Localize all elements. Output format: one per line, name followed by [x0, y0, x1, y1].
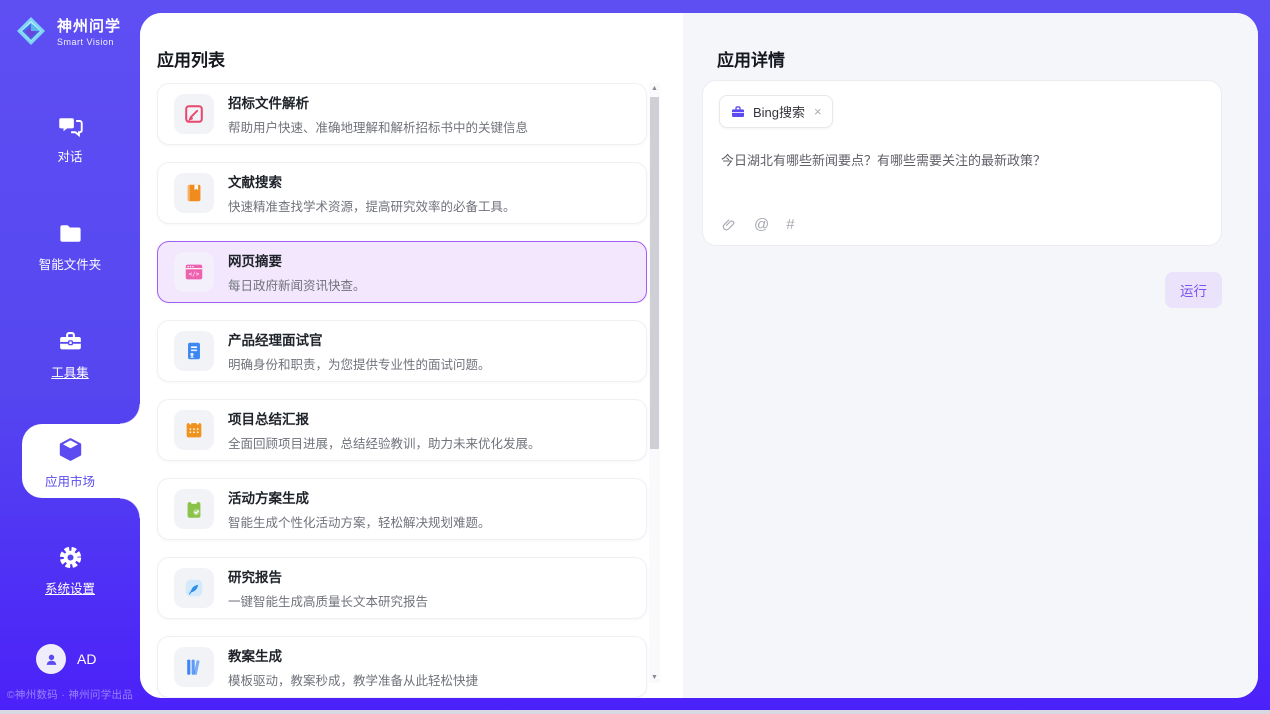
clipboard-check-icon	[174, 489, 214, 529]
scroll-down-arrow-icon[interactable]: ▼	[649, 674, 660, 681]
content-area: 应用列表 招标文件解析 帮助用户快速、准确地理解和解析招标书中的关键信息	[140, 13, 1258, 698]
query-text[interactable]: 今日湖北有哪些新闻要点？有哪些需要关注的最新政策？	[721, 151, 1203, 171]
brand-subtitle: Smart Vision	[57, 37, 121, 47]
briefcase-icon	[730, 104, 746, 120]
quill-icon	[174, 568, 214, 608]
calendar-note-icon	[174, 410, 214, 450]
app-detail-title: 应用详情	[717, 46, 785, 71]
app-list: 招标文件解析 帮助用户快速、准确地理解和解析招标书中的关键信息	[157, 83, 647, 698]
app-title: 项目总结汇报	[228, 408, 541, 428]
app-list-panel: 应用列表 招标文件解析 帮助用户快速、准确地理解和解析招标书中的关键信息	[140, 13, 683, 698]
tool-tag-bing-search[interactable]: Bing搜索 ×	[719, 95, 833, 128]
gear-icon	[57, 544, 84, 571]
app-list-title: 应用列表	[157, 46, 225, 71]
app-desc: 明确身份和职责，为您提供专业性的面试问题。	[228, 354, 491, 373]
purple-frame: 神州问学 Smart Vision 对话 智能文件夹	[0, 0, 1270, 710]
sidebar-item-label: 智能文件夹	[39, 254, 102, 273]
sidebar-item-toolkit[interactable]: 工具集	[0, 321, 140, 387]
run-button[interactable]: 运行	[1165, 272, 1222, 308]
composer-toolbar: @ #	[721, 216, 795, 233]
cube-icon	[56, 435, 85, 464]
toolbox-icon	[57, 328, 84, 355]
app-card-research-report[interactable]: 研究报告 一键智能生成高质量长文本研究报告	[157, 557, 647, 619]
sidebar: 神州问学 Smart Vision 对话 智能文件夹	[0, 0, 140, 710]
sidebar-item-chat[interactable]: 对话	[0, 105, 140, 171]
pen-square-icon	[174, 94, 214, 134]
sidebar-item-settings[interactable]: 系统设置	[0, 537, 140, 603]
app-card-bid-parse[interactable]: 招标文件解析 帮助用户快速、准确地理解和解析招标书中的关键信息	[157, 83, 647, 145]
copyright-footer: ©神州数码 · 神州问学出品	[0, 687, 140, 702]
app-desc: 一键智能生成高质量长文本研究报告	[228, 591, 428, 610]
tool-tag-close-icon[interactable]: ×	[814, 104, 822, 119]
app-title: 网页摘要	[228, 250, 366, 270]
brand-name: 神州问学	[57, 15, 121, 36]
book-icon	[174, 173, 214, 213]
user-name: AD	[77, 651, 96, 667]
list-scrollbar[interactable]: ▲ ▼	[649, 83, 660, 683]
sidebar-item-smart-folder[interactable]: 智能文件夹	[0, 213, 140, 279]
person-icon	[43, 651, 60, 668]
app-title: 招标文件解析	[228, 92, 528, 112]
app-title: 研究报告	[228, 566, 428, 586]
avatar	[36, 644, 66, 674]
app-desc: 每日政府新闻资讯快查。	[228, 275, 366, 294]
sidebar-item-label: 对话	[57, 146, 82, 165]
sidebar-item-label: 系统设置	[45, 578, 95, 597]
app-desc: 全面回顾项目进展，总结经验教训，助力未来优化发展。	[228, 433, 541, 452]
user-account[interactable]: AD	[36, 644, 96, 674]
resume-icon	[174, 331, 214, 371]
folder-icon	[57, 220, 84, 247]
sidebar-item-label: 应用市场	[45, 471, 95, 490]
scroll-up-arrow-icon[interactable]: ▲	[649, 85, 660, 92]
app-title: 文献搜索	[228, 171, 516, 191]
app-title: 教案生成	[228, 645, 478, 665]
app-detail-panel: 应用详情 Bing搜索 × 今日湖北有哪些新闻要点？有哪些需要关注的最新政策？	[683, 13, 1258, 698]
app-title: 活动方案生成	[228, 487, 491, 507]
app-card-web-summary[interactable]: </> 网页摘要 每日政府新闻资讯快查。	[157, 241, 647, 303]
app-card-literature-search[interactable]: 文献搜索 快速精准查找学术资源，提高研究效率的必备工具。	[157, 162, 647, 224]
sidebar-item-label: 工具集	[51, 362, 89, 381]
app-card-project-summary[interactable]: 项目总结汇报 全面回顾项目进展，总结经验教训，助力未来优化发展。	[157, 399, 647, 461]
mention-icon[interactable]: @	[754, 216, 769, 233]
app-desc: 模板驱动，教案秒成，教学准备从此轻松快捷	[228, 670, 478, 689]
app-card-lesson-plan[interactable]: 教案生成 模板驱动，教案秒成，教学准备从此轻松快捷	[157, 636, 647, 698]
browser-code-icon: </>	[174, 252, 214, 292]
svg-text:</>: </>	[189, 271, 200, 278]
app-desc: 智能生成个性化活动方案，轻松解决规划难题。	[228, 512, 491, 531]
brand-logo: 神州问学 Smart Vision	[13, 13, 121, 49]
diamond-logo-icon	[13, 13, 49, 49]
app-desc: 快速精准查找学术资源，提高研究效率的必备工具。	[228, 196, 516, 215]
sidebar-item-app-market[interactable]: 应用市场	[0, 429, 140, 495]
app-desc: 帮助用户快速、准确地理解和解析招标书中的关键信息	[228, 117, 528, 136]
chat-icon	[57, 112, 84, 139]
app-card-event-plan[interactable]: 活动方案生成 智能生成个性化活动方案，轻松解决规划难题。	[157, 478, 647, 540]
app-card-pm-interviewer[interactable]: 产品经理面试官 明确身份和职责，为您提供专业性的面试问题。	[157, 320, 647, 382]
books-icon	[174, 647, 214, 687]
app-title: 产品经理面试官	[228, 329, 491, 349]
run-row: 运行	[702, 272, 1222, 308]
app-window: 神州问学 Smart Vision 对话 智能文件夹	[0, 0, 1270, 714]
hash-icon[interactable]: #	[786, 216, 794, 233]
prompt-card[interactable]: Bing搜索 × 今日湖北有哪些新闻要点？有哪些需要关注的最新政策？ @ #	[702, 80, 1222, 246]
brand-text: 神州问学 Smart Vision	[57, 15, 121, 47]
tool-tag-label: Bing搜索	[753, 102, 805, 121]
scrollbar-thumb[interactable]	[650, 97, 659, 449]
attachment-icon[interactable]	[721, 217, 737, 233]
